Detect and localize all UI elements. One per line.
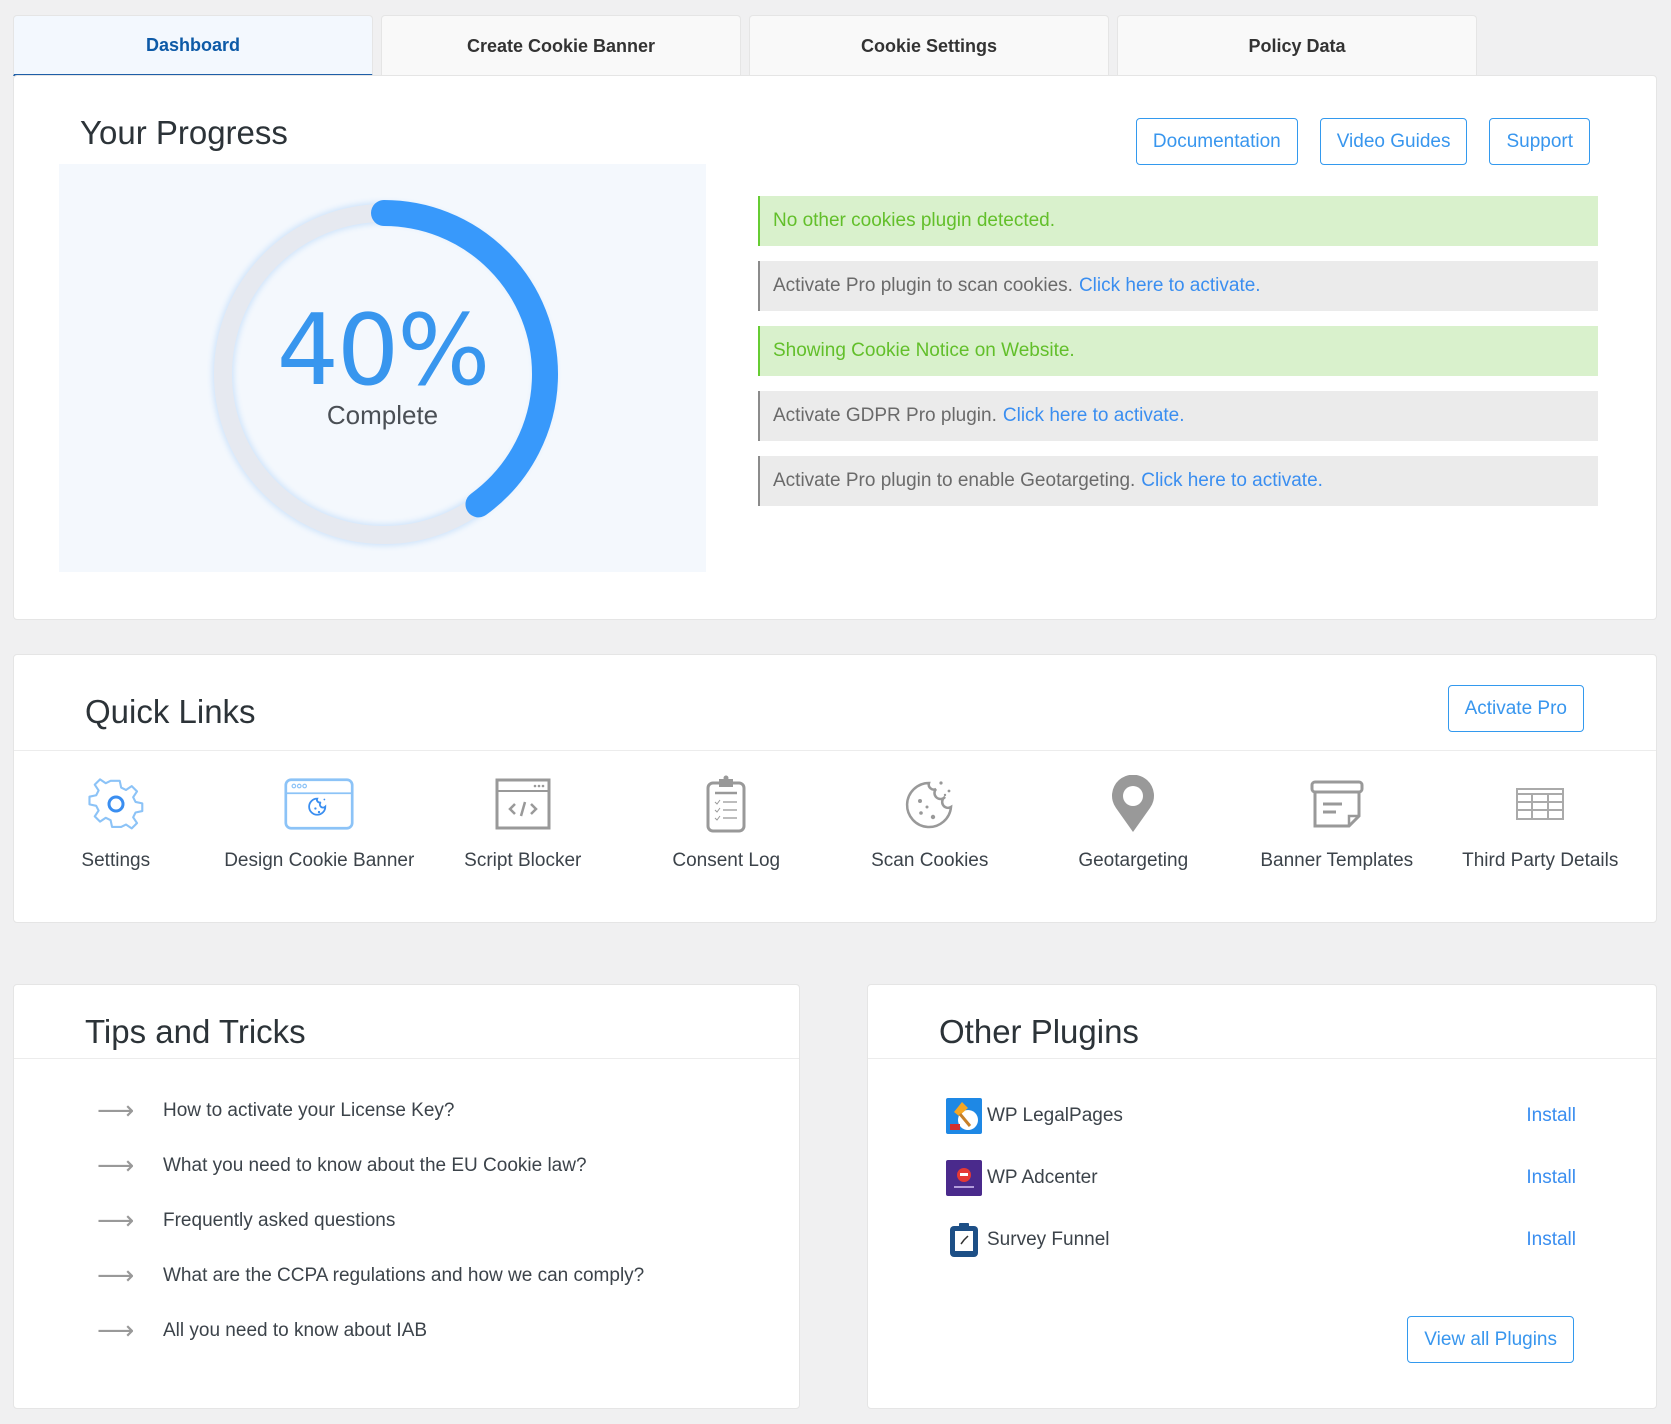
code-window-icon — [488, 773, 558, 835]
tab-dashboard[interactable]: Dashboard — [13, 15, 373, 76]
quick-link-label: Consent Log — [672, 850, 781, 871]
tip-label: What you need to know about the EU Cooki… — [163, 1154, 587, 1176]
help-buttons: Documentation Video Guides Support — [1135, 118, 1590, 165]
arrow-right-icon: ⟶ — [97, 1315, 135, 1345]
other-plugins-title: Other Plugins — [939, 1013, 1139, 1050]
quick-link-label: Scan Cookies — [871, 850, 989, 871]
arrow-right-icon: ⟶ — [97, 1095, 135, 1125]
quick-link-third-party-details[interactable]: Third Party Details — [1439, 773, 1643, 872]
activate-pro-button[interactable]: Activate Pro — [1447, 685, 1584, 732]
notice-text: No other cookies plugin detected. — [773, 210, 1056, 231]
plugins-list: WP LegalPages Install WP Adcenter Instal… — [946, 1085, 1576, 1271]
install-link[interactable]: Install — [1526, 1105, 1576, 1127]
activate-link[interactable]: Click here to activate. — [1141, 470, 1323, 492]
install-link[interactable]: Install — [1526, 1229, 1576, 1251]
quick-link-label: Third Party Details — [1462, 850, 1619, 871]
tab-cookie-settings[interactable]: Cookie Settings — [749, 15, 1109, 76]
quick-link-label: Banner Templates — [1260, 850, 1414, 871]
legalpages-logo-icon — [946, 1098, 982, 1134]
quick-link-banner-templates[interactable]: Banner Templates — [1235, 773, 1439, 872]
plugin-row: WP LegalPages Install — [946, 1085, 1576, 1147]
quick-link-label: Geotargeting — [1078, 850, 1189, 871]
divider — [14, 750, 1656, 751]
install-link[interactable]: Install — [1526, 1167, 1576, 1189]
gear-icon — [81, 773, 151, 835]
quick-link-settings[interactable]: Settings — [14, 773, 218, 872]
tip-label: Frequently asked questions — [163, 1209, 396, 1231]
notice-text: Activate Pro plugin to scan cookies. — [773, 275, 1073, 296]
plugin-row: WP Adcenter Install — [946, 1147, 1576, 1209]
info-notice: Activate GDPR Pro plugin. Click here to a… — [758, 391, 1598, 441]
notice-text: Activate Pro plugin to enable Geotargeti… — [773, 470, 1136, 491]
quick-link-script-blocker[interactable]: Script Blocker — [421, 773, 625, 872]
quick-link-label: Design Cookie Banner — [224, 850, 415, 871]
quick-link-geotargeting[interactable]: Geotargeting — [1032, 773, 1236, 872]
gauge-label: Complete — [326, 400, 439, 430]
survey-funnel-logo-icon — [950, 1223, 978, 1257]
progress-card: Your Progress Documentation Video Guides… — [13, 75, 1657, 620]
notice-text: Showing Cookie Notice on Website. — [773, 340, 1075, 361]
progress-gauge: 40% Complete — [59, 164, 706, 572]
table-icon — [1505, 773, 1575, 835]
tab-create-cookie-banner[interactable]: Create Cookie Banner — [381, 15, 741, 76]
divider — [14, 1058, 799, 1059]
view-all-plugins-button[interactable]: View all Plugins — [1407, 1316, 1574, 1363]
quick-link-design-cookie-banner[interactable]: Design Cookie Banner — [218, 773, 422, 872]
quick-links-card: Quick Links Activate Pro Settings Design… — [13, 654, 1657, 923]
arrow-right-icon: ⟶ — [97, 1150, 135, 1180]
tips-list: ⟶ How to activate your License Key? ⟶ What… — [97, 1083, 644, 1358]
plugin-name: Survey Funnel — [987, 1229, 1110, 1250]
tip-link[interactable]: ⟶ All you need to know about IAB — [97, 1303, 644, 1358]
quick-links-row: Settings Design Cookie Banner Script Blo… — [14, 773, 1658, 872]
info-notice: Activate Pro plugin to enable Geotargeti… — [758, 456, 1598, 506]
info-notice: Activate Pro plugin to scan cookies. Clic… — [758, 261, 1598, 311]
tip-link[interactable]: ⟶ Frequently asked questions — [97, 1193, 644, 1248]
cookie-banner-icon — [284, 773, 354, 835]
quick-link-label: Script Blocker — [464, 850, 582, 871]
plugin-row: Survey Funnel Install — [946, 1209, 1576, 1271]
notice-list: No other cookies plugin detected. Activat… — [758, 196, 1598, 521]
tip-link[interactable]: ⟶ What are the CCPA regulations and how w… — [97, 1248, 644, 1303]
tab-bar: Dashboard Create Cookie Banner Cookie Se… — [13, 15, 1477, 76]
other-plugins-card: Other Plugins WP LegalPages Install WP A… — [867, 984, 1657, 1409]
tips-title: Tips and Tricks — [85, 1013, 306, 1050]
success-notice: Showing Cookie Notice on Website. — [758, 326, 1598, 376]
documentation-button[interactable]: Documentation — [1135, 118, 1298, 165]
divider — [868, 1058, 1656, 1059]
tip-link[interactable]: ⟶ How to activate your License Key? — [97, 1083, 644, 1138]
quick-links-title: Quick Links — [85, 693, 256, 730]
tips-card: Tips and Tricks ⟶ How to activate your Li… — [13, 984, 800, 1409]
tip-label: How to activate your License Key? — [163, 1099, 455, 1121]
tab-policy-data[interactable]: Policy Data — [1117, 15, 1477, 76]
quick-link-consent-log[interactable]: Consent Log — [625, 773, 829, 872]
success-notice: No other cookies plugin detected. — [758, 196, 1598, 246]
notice-text: Activate GDPR Pro plugin. — [773, 405, 997, 426]
quick-link-scan-cookies[interactable]: Scan Cookies — [828, 773, 1032, 872]
activate-link[interactable]: Click here to activate. — [1079, 275, 1261, 297]
arrow-right-icon: ⟶ — [97, 1260, 135, 1290]
tip-link[interactable]: ⟶ What you need to know about the EU Cook… — [97, 1138, 644, 1193]
cookie-icon — [895, 773, 965, 835]
template-icon — [1302, 773, 1372, 835]
support-button[interactable]: Support — [1489, 118, 1590, 165]
video-guides-button[interactable]: Video Guides — [1319, 118, 1468, 165]
quick-link-label: Settings — [81, 850, 151, 871]
adcenter-logo-icon — [946, 1160, 982, 1196]
plugin-name: WP LegalPages — [987, 1105, 1123, 1126]
arrow-right-icon: ⟶ — [97, 1205, 135, 1235]
map-pin-icon — [1098, 773, 1168, 835]
tip-label: What are the CCPA regulations and how we… — [163, 1264, 645, 1286]
progress-title: Your Progress — [80, 114, 288, 151]
tip-label: All you need to know about IAB — [163, 1319, 428, 1341]
activate-link[interactable]: Click here to activate. — [1003, 405, 1185, 427]
gauge-percent: 40% — [276, 294, 491, 408]
plugin-name: WP Adcenter — [987, 1167, 1098, 1188]
clipboard-icon — [691, 773, 761, 835]
